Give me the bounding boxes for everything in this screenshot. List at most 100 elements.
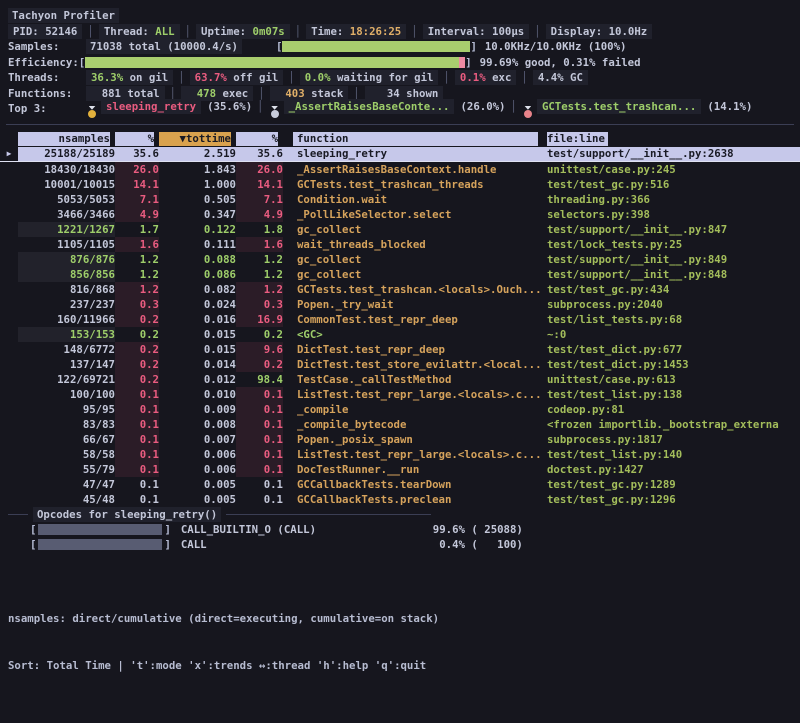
file-line-cell: doctest.py:1427 bbox=[543, 462, 800, 477]
nsamples-cell: 816/868 bbox=[18, 282, 115, 297]
efficiency-bar bbox=[85, 57, 465, 68]
tottime-cell: 0.009 bbox=[159, 402, 236, 417]
file-line-cell: test/support/__init__.py:848 bbox=[543, 267, 800, 282]
separator-pipe: │ bbox=[443, 71, 449, 84]
table-row[interactable]: 95/950.10.0090.1_compilecodeop.py:81 bbox=[0, 402, 800, 417]
tottime-cell: 0.122 bbox=[159, 222, 236, 237]
tottime-cell: 0.014 bbox=[159, 357, 236, 372]
function-cell: ListTest.test_repr_large.<locals>.c... bbox=[293, 387, 543, 402]
nsamples-cell: 160/11966 bbox=[18, 312, 115, 327]
table-row[interactable]: 45/480.10.0050.1GCCallbackTests.preclean… bbox=[0, 492, 800, 507]
table-row[interactable]: 856/8561.20.0861.2gc_collecttest/support… bbox=[0, 267, 800, 282]
table-row[interactable]: ▶25188/2518935.62.51935.6sleeping_retryt… bbox=[0, 147, 800, 162]
column-header-pct-direct[interactable]: % bbox=[115, 132, 159, 146]
pct-cumulative-cell: 1.2 bbox=[236, 252, 283, 267]
tottime-cell: 0.088 bbox=[159, 252, 236, 267]
table-row[interactable]: 10001/1001514.11.00014.1GCTests.test_tra… bbox=[0, 177, 800, 192]
tottime-cell: 0.010 bbox=[159, 387, 236, 402]
table-row[interactable]: 55/790.10.0060.1DocTestRunner.__rundocte… bbox=[0, 462, 800, 477]
status-label: Time: bbox=[311, 25, 350, 38]
tottime-cell: 0.015 bbox=[159, 327, 236, 342]
function-cell: GCCallbackTests.tearDown bbox=[293, 477, 543, 492]
nsamples-cell: 122/69721 bbox=[18, 372, 115, 387]
column-header-function[interactable]: function bbox=[293, 132, 543, 146]
function-cell: sleeping_retry bbox=[293, 146, 543, 161]
table-row[interactable]: 18430/1843026.01.84326.0_AssertRaisesBas… bbox=[0, 162, 800, 177]
nsamples-cell: 100/100 bbox=[18, 387, 115, 402]
nsamples-cell: 237/237 bbox=[18, 297, 115, 312]
table-row[interactable]: 876/8761.20.0881.2gc_collecttest/support… bbox=[0, 252, 800, 267]
thread-stat-value: 36.3% bbox=[91, 71, 123, 84]
nsamples-cell: 5053/5053 bbox=[18, 192, 115, 207]
column-header-pct-cumulative[interactable]: % bbox=[236, 132, 283, 146]
file-line-cell: test/test_gc.py:434 bbox=[543, 282, 800, 297]
table-row[interactable]: 237/2370.30.0240.3Popen._try_waitsubproc… bbox=[0, 297, 800, 312]
top3-function-name: GCTests.test_trashcan... bbox=[537, 99, 701, 114]
pct-cumulative-cell: 4.9 bbox=[236, 207, 283, 222]
pct-cumulative-cell: 0.1 bbox=[236, 432, 283, 447]
tottime-cell: 0.111 bbox=[159, 237, 236, 252]
table-row[interactable]: 137/1470.20.0140.2DictTest.test_store_ev… bbox=[0, 357, 800, 372]
nsamples-cell: 3466/3466 bbox=[18, 207, 115, 222]
pct-direct-cell: 35.6 bbox=[115, 146, 159, 161]
status-segment: Uptime: 0m07s bbox=[196, 24, 290, 39]
thread-stat-label: off gil bbox=[227, 71, 278, 84]
thread-stat-segment: 4.4% GC bbox=[533, 70, 588, 85]
samples-bar-fill bbox=[282, 41, 470, 52]
pct-cumulative-cell: 0.1 bbox=[236, 492, 283, 507]
pct-direct-cell: 0.1 bbox=[115, 402, 159, 417]
tottime-cell: 1.000 bbox=[159, 177, 236, 192]
pct-direct-cell: 1.6 bbox=[115, 237, 159, 252]
opcode-row: []CALL_BUILTIN_O (CALL)99.6% ( 25088) bbox=[0, 522, 800, 537]
table-row[interactable]: 66/670.10.0070.1Popen._posix_spawnsubpro… bbox=[0, 432, 800, 447]
status-segment: Time: 18:26:25 bbox=[306, 24, 406, 39]
table-row[interactable]: 153/1530.20.0150.2<GC>~:0 bbox=[0, 327, 800, 342]
nsamples-cell: 25188/25189 bbox=[18, 146, 115, 161]
pct-direct-cell: 0.2 bbox=[115, 342, 159, 357]
function-cell: wait_threads_blocked bbox=[293, 237, 543, 252]
pct-direct-cell: 0.1 bbox=[115, 477, 159, 492]
pct-cumulative-cell: 0.1 bbox=[236, 402, 283, 417]
table-row[interactable]: 1105/11051.60.1111.6wait_threads_blocked… bbox=[0, 237, 800, 252]
file-line-cell: subprocess.py:1817 bbox=[543, 432, 800, 447]
table-row[interactable]: 3466/34664.90.3474.9_PollLikeSelector.se… bbox=[0, 207, 800, 222]
file-line-cell: unittest/case.py:613 bbox=[543, 372, 800, 387]
table-row[interactable]: 83/830.10.0080.1_compile_bytecode<frozen… bbox=[0, 417, 800, 432]
status-segment: Interval: 100µs bbox=[423, 24, 530, 39]
column-header-file[interactable]: file:line bbox=[547, 132, 608, 146]
tottime-cell: 0.007 bbox=[159, 432, 236, 447]
samples-rate: 10.0KHz/10.0KHz (100%) bbox=[485, 40, 627, 53]
status-value: 0m07s bbox=[253, 25, 285, 38]
table-row[interactable]: 1221/12671.70.1221.8gc_collecttest/suppo… bbox=[0, 222, 800, 237]
table-row[interactable]: 47/470.10.0050.1GCCallbackTests.tearDown… bbox=[0, 477, 800, 492]
efficiency-good-fill bbox=[85, 57, 459, 68]
thread-stat-value: 0.1% bbox=[460, 71, 486, 84]
column-header-tottime-sorted[interactable]: ▼tottime bbox=[159, 132, 236, 146]
tottime-cell: 0.505 bbox=[159, 192, 236, 207]
file-line-cell: ~:0 bbox=[543, 327, 800, 342]
nsamples-cell: 856/856 bbox=[18, 267, 115, 282]
pct-cumulative-cell: 7.1 bbox=[236, 192, 283, 207]
file-line-cell: <frozen importlib._bootstrap_externa bbox=[543, 417, 800, 432]
status-value: 18:26:25 bbox=[350, 25, 401, 38]
table-row[interactable]: 160/119660.20.01616.9CommonTest.test_rep… bbox=[0, 312, 800, 327]
table-row[interactable]: 58/580.10.0060.1ListTest.test_repr_large… bbox=[0, 447, 800, 462]
tottime-cell: 1.843 bbox=[159, 162, 236, 177]
status-value: 10.0Hz bbox=[609, 25, 648, 38]
column-header-nsamples[interactable]: nsamples bbox=[18, 132, 115, 146]
nsamples-cell: 58/58 bbox=[18, 447, 115, 462]
table-row[interactable]: 100/1000.10.0100.1ListTest.test_repr_lar… bbox=[0, 387, 800, 402]
function-cell: _AssertRaisesBaseContext.handle bbox=[293, 162, 543, 177]
pct-cumulative-cell: 1.2 bbox=[236, 282, 283, 297]
table-row[interactable]: 148/67720.20.0159.6DictTest.test_repr_de… bbox=[0, 342, 800, 357]
table-row[interactable]: 5053/50537.10.5057.1Condition.waitthread… bbox=[0, 192, 800, 207]
table-row[interactable]: 816/8681.20.0821.2GCTests.test_trashcan.… bbox=[0, 282, 800, 297]
pct-direct-cell: 0.2 bbox=[115, 372, 159, 387]
samples-bar bbox=[282, 41, 470, 52]
pct-direct-cell: 0.3 bbox=[115, 297, 159, 312]
nsamples-cell: 153/153 bbox=[18, 327, 115, 342]
status-bar: PID: 52146│Thread: ALL│Uptime: 0m07s│Tim… bbox=[0, 24, 800, 40]
table-row[interactable]: 122/697210.20.01298.4TestCase._callTestM… bbox=[0, 372, 800, 387]
tottime-cell: 0.005 bbox=[159, 492, 236, 507]
separator-pipe: │ bbox=[288, 71, 294, 84]
